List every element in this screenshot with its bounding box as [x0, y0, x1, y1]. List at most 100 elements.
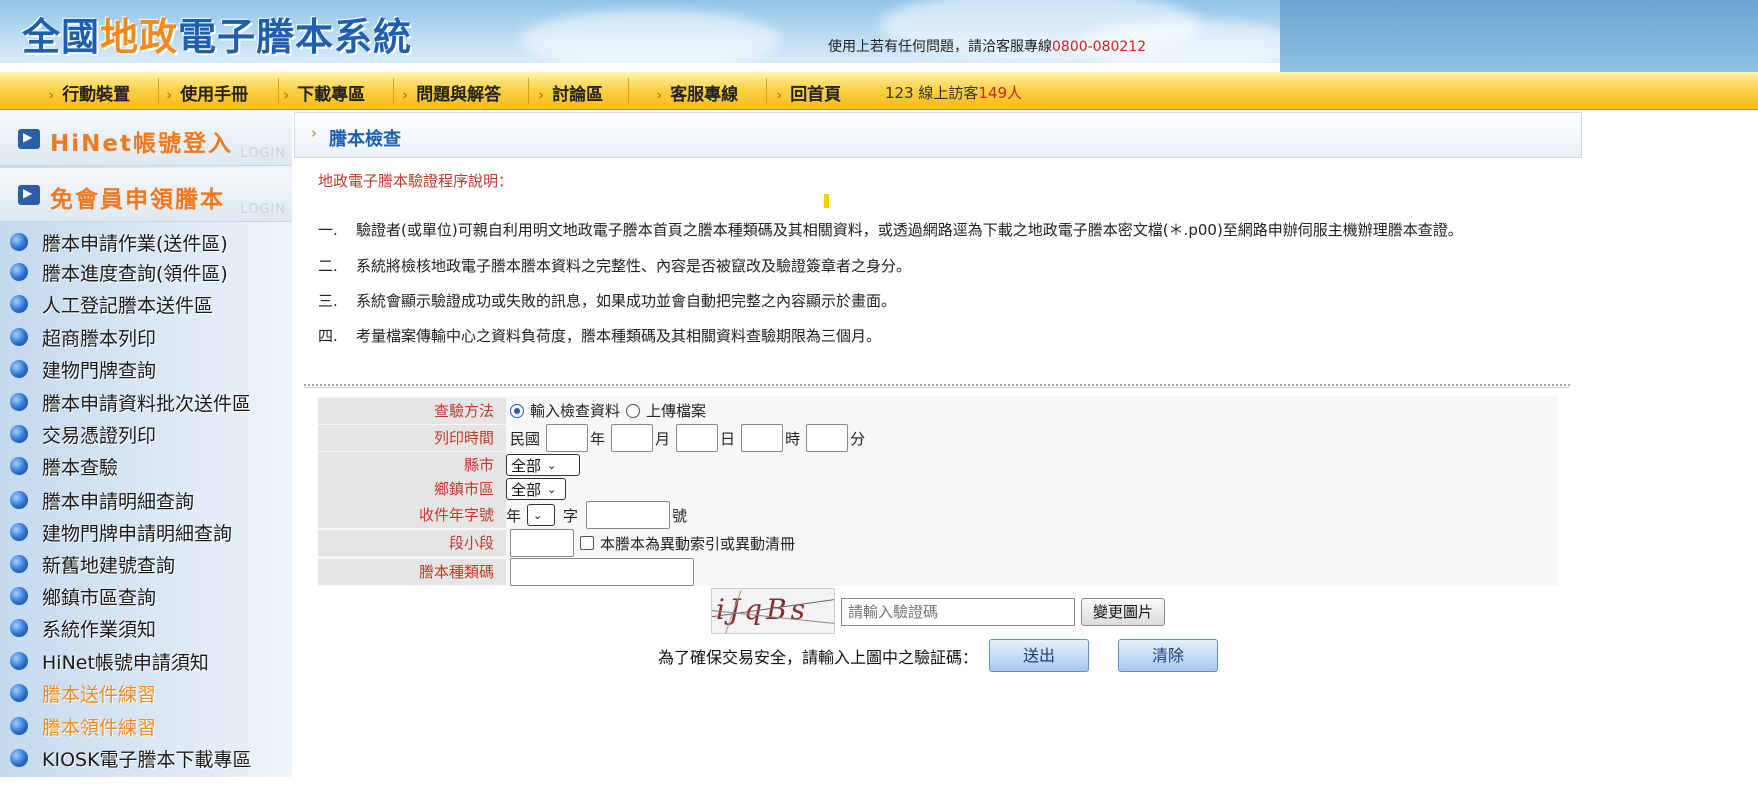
sidebar-item-receipt[interactable]: 交易憑證列印 [10, 420, 156, 448]
captcha-image: iJqBs [711, 588, 835, 634]
nav-separator [628, 78, 629, 104]
sidebar-item-progress[interactable]: 謄本進度查詢(領件區) [10, 258, 228, 286]
receipt-char-input[interactable] [586, 501, 671, 529]
blue-ball-icon [10, 717, 28, 735]
main-content: › 謄本檢查 地政電子謄本驗證程序說明： 一. 驗證者(或單位)可親自利用明文地政… [294, 112, 1582, 777]
sidebar-item-send-practice[interactable]: 謄本送件練習 [10, 679, 156, 707]
sidebar-item-guide[interactable]: 系統作業須知 [10, 614, 156, 642]
receipt-char-label: 字 [563, 506, 579, 525]
sidebar-item-land-no[interactable]: 新舊地建號查詢 [10, 550, 175, 578]
sidebar-item-door-plate[interactable]: 建物門牌查詢 [10, 355, 156, 383]
nav-item-download[interactable]: 下載專區 [283, 80, 365, 105]
page-title: 謄本檢查 [329, 129, 401, 150]
unit-year: 年 [590, 429, 606, 448]
sidebar-item-kiosk[interactable]: KIOSK電子謄本下載專區 [10, 744, 252, 772]
nav-separator [393, 78, 394, 104]
visitor-count: 149 [978, 84, 1008, 102]
step-text: 系統將檢核地政電子謄本謄本資料之完整性、內容是否被竄改及驗證簽章者之身分。 [356, 257, 912, 275]
nav-item-mobile[interactable]: 行動裝置 [48, 80, 130, 105]
district-label: 鄉鎮市區 [318, 476, 506, 502]
sidebar-item-label: HiNet帳號申請須知 [42, 651, 209, 674]
sidebar-item-receive-practice[interactable]: 謄本領件練習 [10, 712, 156, 740]
city-select[interactable]: 全部 ⌄ [506, 454, 580, 476]
site-logo[interactable]: 全國地政電子謄本系統 [22, 6, 412, 61]
blue-ball-icon [10, 233, 28, 251]
print-time-fields: 民國 年 月 日 時 分 [510, 424, 865, 452]
nav-item-hotline[interactable]: 客服專線 [656, 80, 738, 105]
day-input[interactable] [676, 424, 719, 452]
radio-input-data[interactable] [510, 403, 524, 418]
city-select-value: 全部 [511, 456, 542, 475]
login-watermark: LOGIN [240, 202, 286, 217]
chevron-down-icon: ⌄ [533, 508, 543, 522]
nav-separator [528, 78, 529, 104]
type-code-label: 謄本種類碼 [318, 559, 506, 585]
refresh-captcha-button[interactable]: 變更圖片 [1081, 598, 1165, 626]
year-input[interactable] [546, 424, 589, 452]
receipt-year-select[interactable]: ⌄ [527, 504, 556, 526]
blue-ball-icon [10, 393, 28, 411]
minute-input[interactable] [806, 424, 849, 452]
blue-ball-icon [10, 523, 28, 541]
sidebar-item-verify[interactable]: 謄本查驗 [10, 452, 118, 480]
month-input[interactable] [611, 424, 654, 452]
logo-text-2: 地政 [100, 15, 179, 59]
unit-minute: 分 [850, 429, 866, 448]
receipt-fields: 年 ⌄ 字 號 [506, 501, 687, 529]
radio-upload-file-label: 上傳檔案 [646, 402, 707, 420]
sidebar-item-plate-detail[interactable]: 建物門牌申請明細查詢 [10, 518, 232, 546]
nav-separator [766, 78, 767, 104]
chevron-down-icon: ⌄ [547, 458, 557, 472]
sidebar-item-manual-register[interactable]: 人工登記謄本送件區 [10, 290, 213, 318]
sidebar-item-label: 超商謄本列印 [42, 327, 157, 350]
district-field: 全部 ⌄ [506, 478, 566, 500]
sidebar-item-hinet-guide[interactable]: HiNet帳號申請須知 [10, 647, 209, 675]
blue-ball-icon [10, 749, 28, 767]
type-code-input[interactable] [510, 558, 694, 586]
step-number: 二. [318, 257, 338, 275]
nav-item-manual[interactable]: 使用手冊 [166, 80, 248, 105]
radio-upload-file[interactable] [626, 403, 641, 418]
guest-apply-button[interactable]: 免會員申領謄本 LOGIN [0, 168, 292, 222]
sidebar-item-label: KIOSK電子謄本下載專區 [42, 748, 252, 771]
sidebar-item-batch[interactable]: 謄本申請資料批次送件區 [10, 388, 251, 416]
hinet-login-button[interactable]: HiNet帳號登入 LOGIN [0, 112, 292, 166]
change-index-checkbox[interactable] [580, 536, 594, 550]
nav-item-faq[interactable]: 問題與解答 [402, 80, 501, 105]
sidebar-item-label: 系統作業須知 [42, 618, 157, 641]
step-number: 一. [318, 221, 338, 239]
district-select[interactable]: 全部 ⌄ [506, 478, 566, 500]
header-banner: 全國地政電子謄本系統 使用上若有任何問題，請洽客服專線0800-080212 [0, 0, 1280, 63]
blue-ball-icon [10, 457, 28, 475]
sidebar-item-apply[interactable]: 謄本申請作業(送件區) [10, 228, 228, 256]
step-item: 四. 考量檔案傳輸中心之資料負荷度，謄本種類碼及其相關資料查驗期限為三個月。 [318, 325, 881, 346]
clear-button[interactable]: 清除 [1118, 639, 1218, 672]
step-text: 考量檔案傳輸中心之資料負荷度，謄本種類碼及其相關資料查驗期限為三個月。 [356, 327, 882, 345]
section-input[interactable] [510, 529, 574, 557]
header-right-fill [1280, 0, 1758, 72]
dotted-divider [304, 384, 1570, 388]
nav-item-home[interactable]: 回首頁 [776, 80, 841, 105]
sidebar-item-store-print[interactable]: 超商謄本列印 [10, 323, 156, 351]
login-watermark: LOGIN [240, 146, 286, 161]
submit-button[interactable]: 送出 [989, 639, 1089, 672]
hotline-info: 使用上若有任何問題，請洽客服專線0800-080212 [828, 36, 1146, 56]
city-label: 縣市 [318, 452, 506, 478]
method-label: 查驗方法 [318, 398, 506, 424]
era-label: 民國 [510, 429, 541, 448]
intro-text: 地政電子謄本驗證程序說明： [318, 172, 514, 190]
sidebar-item-label: 新舊地建號查詢 [42, 554, 176, 577]
step-item: 一. 驗證者(或單位)可親自利用明文地政電子謄本首頁之謄本種類碼及其相關資料，或透… [318, 219, 1463, 240]
receipt-no-label: 號 [672, 506, 688, 525]
captcha-input[interactable]: 請輸入驗證碼 [841, 598, 1075, 626]
sidebar-item-district[interactable]: 鄉鎮市區查詢 [10, 582, 156, 610]
nav-item-forum[interactable]: 討論區 [538, 80, 603, 105]
sidebar-item-apply-detail[interactable]: 謄本申請明細查詢 [10, 486, 194, 514]
visitor-prefix: 123 線上訪客 [885, 84, 979, 102]
arrow-square-icon [18, 185, 40, 205]
sidebar-item-label: 人工登記謄本送件區 [42, 294, 214, 317]
hour-input[interactable] [741, 424, 784, 452]
district-select-value: 全部 [511, 480, 542, 499]
unit-month: 月 [655, 429, 671, 448]
blue-ball-icon [10, 652, 28, 670]
